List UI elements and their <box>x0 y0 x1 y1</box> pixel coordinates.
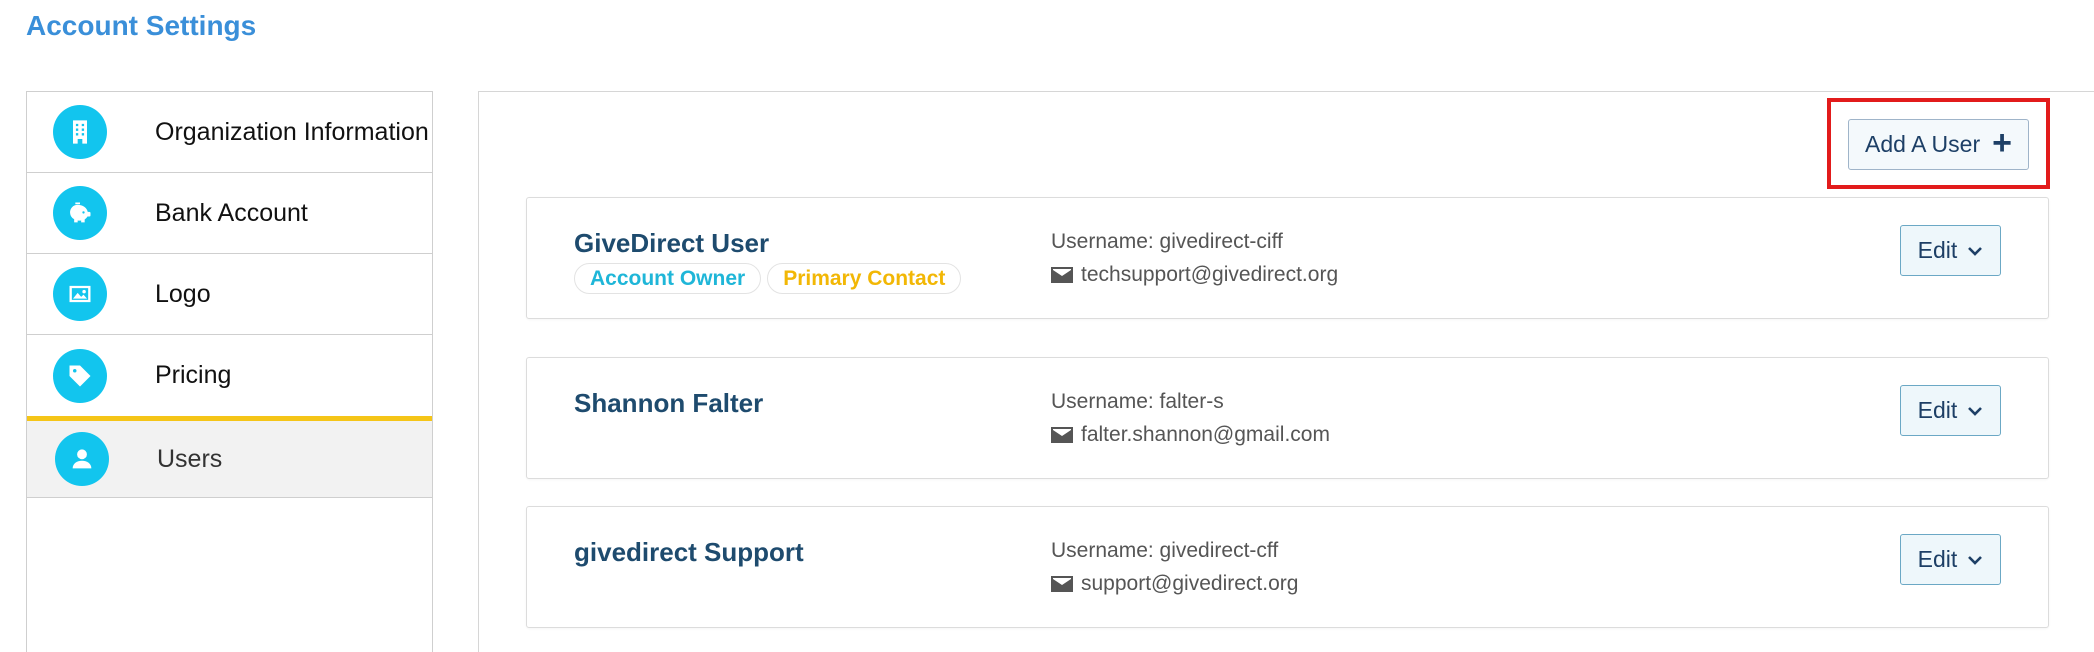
user-name: Shannon Falter <box>574 388 764 418</box>
piggy-bank-icon <box>53 186 107 240</box>
role-badges: Account Owner Primary Contact <box>574 263 962 294</box>
email-row: support@givedirect.org <box>1051 572 1298 596</box>
plus-icon: + <box>1992 124 2012 162</box>
envelope-icon <box>1051 427 1073 443</box>
user-name: GiveDirect User <box>574 228 770 258</box>
user-icon <box>55 432 109 486</box>
sidebar-item-bank-account[interactable]: Bank Account <box>27 173 432 254</box>
user-email: support@givedirect.org <box>1081 572 1299 595</box>
primary-contact-badge: Primary Contact <box>767 263 962 294</box>
user-email: techsupport@givedirect.org <box>1081 263 1339 286</box>
account-owner-badge: Account Owner <box>574 263 762 294</box>
chevron-down-icon <box>1968 246 1983 256</box>
sidebar-item-organization-information[interactable]: Organization Information <box>27 92 432 173</box>
envelope-icon <box>1051 267 1073 283</box>
edit-button[interactable]: Edit <box>1900 534 2001 585</box>
user-name: givedirect Support <box>574 537 804 567</box>
edit-button[interactable]: Edit <box>1900 225 2001 276</box>
chevron-down-icon <box>1968 555 1983 565</box>
username: Username: givedirect-cff <box>1051 539 1279 562</box>
chevron-down-icon <box>1968 406 1983 416</box>
add-user-label: Add A User <box>1865 131 1981 157</box>
user-card: Shannon Falter Username: falter-s falter… <box>526 357 2049 479</box>
sidebar-item-label: Logo <box>155 279 211 308</box>
sidebar-item-users[interactable]: Users <box>27 416 432 498</box>
edit-label: Edit <box>1917 237 1958 263</box>
building-icon <box>53 105 107 159</box>
sidebar-item-label: Organization Information <box>155 117 429 146</box>
sidebar-item-label: Users <box>157 444 223 473</box>
sidebar-item-label: Pricing <box>155 361 232 389</box>
edit-label: Edit <box>1917 546 1958 572</box>
envelope-icon <box>1051 576 1073 592</box>
add-user-button[interactable]: Add A User + <box>1848 119 2029 170</box>
user-card: givedirect Support Username: givedirect-… <box>526 506 2049 628</box>
sidebar-item-pricing[interactable]: Pricing <box>27 335 432 416</box>
edit-button[interactable]: Edit <box>1900 385 2001 436</box>
username: Username: falter-s <box>1051 390 1224 413</box>
edit-label: Edit <box>1917 397 1958 423</box>
tag-icon <box>53 348 107 403</box>
username: Username: givedirect-ciff <box>1051 230 1283 253</box>
email-row: techsupport@givedirect.org <box>1051 263 1338 287</box>
page-title: Account Settings <box>26 10 257 41</box>
email-row: falter.shannon@gmail.com <box>1051 423 1330 447</box>
sidebar-item-label: Bank Account <box>155 198 308 227</box>
user-email: falter.shannon@gmail.com <box>1081 423 1330 446</box>
user-card: GiveDirect User Account Owner Primary Co… <box>526 197 2049 319</box>
image-icon <box>53 267 107 321</box>
sidebar-item-logo[interactable]: Logo <box>27 254 432 335</box>
settings-sidebar: Organization Information Bank Account Lo… <box>26 91 433 652</box>
